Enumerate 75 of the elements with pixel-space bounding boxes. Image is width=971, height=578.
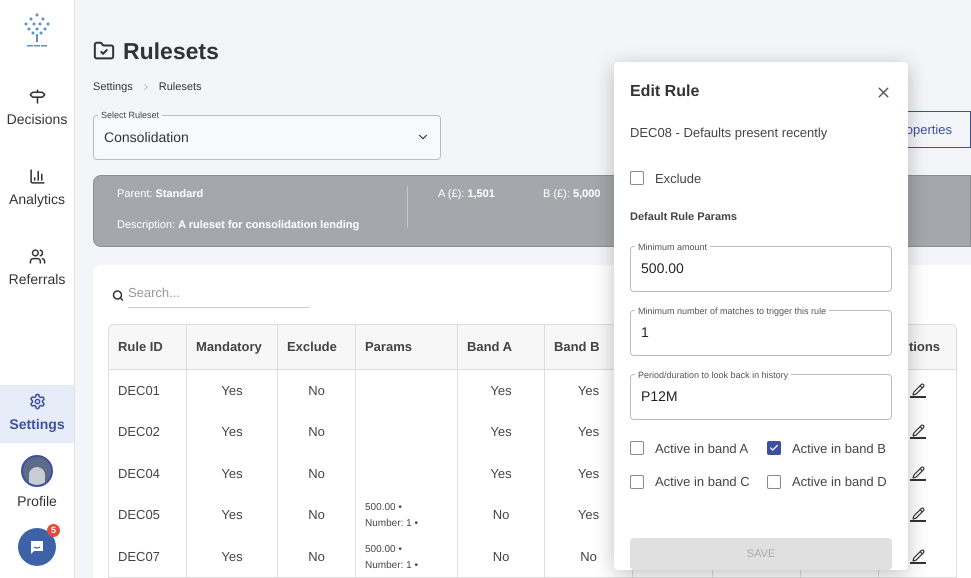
- table-cell: No: [278, 370, 356, 411]
- checkbox-label: Exclude: [655, 170, 702, 188]
- table-cell: Yes: [187, 494, 278, 536]
- nav-item[interactable]: Decisions: [0, 80, 74, 138]
- table-cell: No: [458, 494, 545, 536]
- checkbox[interactable]: [767, 441, 781, 456]
- profile-avatar[interactable]: [21, 455, 53, 487]
- checkbox-label: Active in band C: [655, 473, 750, 491]
- settings-icon: [28, 393, 46, 410]
- table-cell: No: [458, 536, 545, 577]
- search-field[interactable]: Search...: [128, 283, 310, 308]
- column-header: Mandatory: [196, 338, 262, 356]
- table-cell: DEC01: [109, 370, 187, 411]
- table-cell: Yes: [187, 452, 278, 494]
- column-header: Params: [365, 338, 412, 356]
- signpost-icon: [28, 88, 46, 105]
- edit-icon[interactable]: [910, 507, 926, 522]
- edit-icon[interactable]: [910, 466, 926, 481]
- nav-item[interactable]: Referrals: [0, 240, 74, 298]
- table-cell: DEC05: [109, 494, 187, 536]
- page-title: Rulesets: [123, 37, 219, 66]
- text-field[interactable]: Period/duration to look back in history P12M: [630, 368, 892, 420]
- table-cell: No: [278, 494, 356, 536]
- check-icon: [769, 443, 779, 454]
- checkbox-label: Active in band B: [792, 440, 886, 458]
- text-field[interactable]: Minimum amount 500.00: [630, 240, 892, 292]
- table-cell: DEC04: [109, 452, 187, 494]
- ruleset-select[interactable]: Select Ruleset Consolidation: [93, 109, 441, 160]
- table-cell: DEC07: [109, 536, 187, 577]
- profile-label[interactable]: Profile: [17, 491, 57, 512]
- edit-icon[interactable]: [910, 382, 926, 398]
- table-cell: No: [278, 411, 356, 452]
- band-b-amount: B (£): 5,000: [543, 187, 600, 202]
- column-header: Band B: [554, 338, 600, 356]
- table-cell: Yes: [458, 452, 545, 494]
- column-header: Exclude: [287, 338, 337, 356]
- table-cell: No: [278, 452, 356, 494]
- checkbox-label: Active in band D: [792, 473, 887, 491]
- chart-icon: [28, 168, 46, 185]
- checkbox[interactable]: [630, 171, 644, 186]
- params-cell: 500.00 • Number: 1 •: [356, 536, 458, 577]
- band-a-amount: A (£): 1,501: [438, 187, 496, 202]
- breadcrumb-link[interactable]: Settings: [93, 78, 133, 95]
- parent-text: Parent: Standard: [117, 187, 204, 202]
- nav-item[interactable]: Settings: [0, 385, 74, 443]
- table-cell: Yes: [187, 536, 278, 577]
- section-title: Default Rule Params: [630, 210, 738, 225]
- checkbox-label: Active in band A: [655, 440, 748, 458]
- params-cell: 500.00 • Number: 1 •: [356, 494, 458, 536]
- nav-item[interactable]: Analytics: [0, 160, 74, 218]
- edit-icon[interactable]: [910, 424, 926, 440]
- table-cell: No: [278, 536, 356, 577]
- notification-badge: 5: [47, 524, 60, 537]
- table-cell: Yes: [187, 411, 278, 452]
- search-icon: [112, 288, 124, 302]
- checkbox[interactable]: [630, 441, 644, 456]
- checkbox[interactable]: [630, 474, 644, 489]
- table-cell: Yes: [187, 370, 278, 411]
- people-icon: [28, 248, 46, 265]
- chat-button[interactable]: [18, 528, 56, 566]
- column-header: Band A: [467, 338, 512, 356]
- dialog-title: Edit Rule: [630, 82, 700, 102]
- checkbox[interactable]: [767, 474, 781, 489]
- table-cell: Yes: [458, 411, 545, 452]
- description-text: Description: A ruleset for consolidation lending: [117, 218, 360, 232]
- breadcrumb-current: Rulesets: [158, 80, 202, 94]
- table-cell: DEC02: [109, 411, 187, 452]
- text-field[interactable]: Minimum number of matches to trigger this rule 1: [630, 304, 892, 356]
- folder-icon: [93, 40, 115, 62]
- table-cell: Yes: [458, 370, 545, 411]
- column-header: Rule ID: [118, 338, 163, 356]
- column-header: tions: [908, 338, 940, 356]
- rule-name: DEC08 - Defaults present recently: [630, 124, 828, 142]
- chat-icon: [29, 539, 45, 555]
- edit-icon[interactable]: [910, 548, 926, 564]
